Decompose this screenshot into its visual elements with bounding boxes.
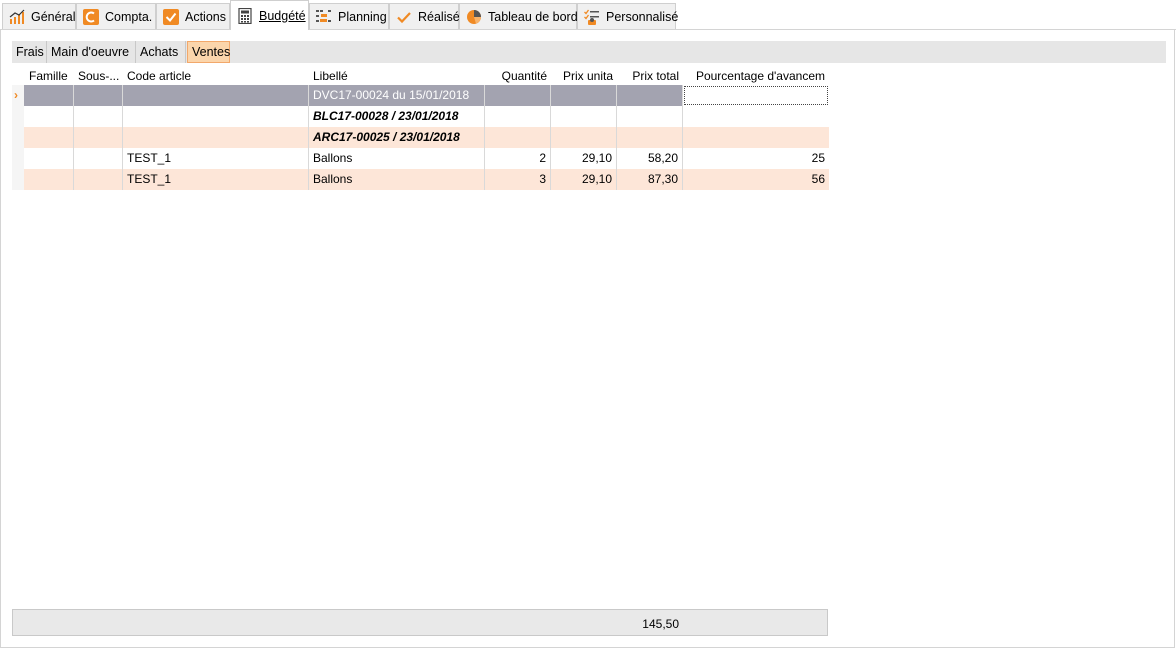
cell-quantite[interactable]: 2: [485, 148, 551, 169]
cell-prix-unitaire[interactable]: [551, 106, 617, 127]
cell-famille[interactable]: [25, 148, 74, 169]
tab-label: Tableau de bord: [488, 9, 578, 24]
main-tabstrip: Général Compta. Actions Budgété Planning…: [0, 0, 1176, 30]
cell-famille[interactable]: [25, 85, 74, 106]
row-indicator: [12, 169, 24, 190]
header-code-article[interactable]: Code article: [123, 68, 309, 85]
table-row[interactable]: TEST_1 Ballons 2 29,10 58,20 25: [12, 148, 829, 169]
tab-actions[interactable]: Actions: [156, 3, 230, 29]
footer-total-prix: 145,50: [642, 617, 679, 631]
cell-libelle[interactable]: Ballons: [309, 148, 485, 169]
tab-label: Compta.: [105, 9, 153, 24]
tab-label: Personnalisé: [606, 9, 679, 24]
tab-label: Général: [31, 9, 76, 24]
header-quantite[interactable]: Quantité: [485, 68, 551, 85]
cell-pourcentage[interactable]: [683, 127, 829, 148]
cell-pourcentage[interactable]: 25: [683, 148, 829, 169]
tab-label: Réalisé: [418, 9, 460, 24]
table-row[interactable]: TEST_1 Ballons 3 29,10 87,30 56: [12, 169, 829, 190]
chart-line-icon: [9, 9, 25, 25]
cell-quantite[interactable]: 3: [485, 169, 551, 190]
cell-sous-famille[interactable]: [74, 169, 123, 190]
cell-libelle[interactable]: Ballons: [309, 169, 485, 190]
header-pourcentage[interactable]: Pourcentage d'avancem: [683, 68, 829, 85]
cell-prix-unitaire[interactable]: [551, 127, 617, 148]
cell-sous-famille[interactable]: [74, 148, 123, 169]
compta-icon: [83, 8, 99, 25]
subtab-achats[interactable]: Achats: [136, 41, 186, 63]
checkmark-icon: [396, 9, 412, 25]
header-libelle[interactable]: Libellé: [309, 68, 485, 85]
tab-tableau-de-bord[interactable]: Tableau de bord: [459, 3, 578, 29]
table-row[interactable]: BLC17-00028 / 23/01/2018: [12, 106, 829, 127]
calculator-icon: [237, 7, 253, 24]
planning-icon: [316, 9, 332, 25]
cell-famille[interactable]: [25, 169, 74, 190]
tab-realise[interactable]: Réalisé: [389, 3, 460, 29]
cell-quantite[interactable]: [485, 127, 551, 148]
table-row[interactable]: › DVC17-00024 du 15/01/2018: [12, 85, 829, 106]
row-indicator: [12, 148, 24, 169]
tab-planning[interactable]: Planning: [309, 3, 389, 29]
cell-prix-total[interactable]: [617, 106, 683, 127]
cell-prix-unitaire[interactable]: 29,10: [551, 148, 617, 169]
row-indicator: ›: [12, 85, 24, 106]
pie-chart-icon: [466, 9, 482, 25]
tab-label: Budgété: [259, 8, 306, 23]
tab-compta[interactable]: Compta.: [76, 3, 156, 29]
cell-libelle[interactable]: ARC17-00025 / 23/01/2018: [309, 127, 485, 148]
cell-sous-famille[interactable]: [74, 106, 123, 127]
cell-sous-famille[interactable]: [74, 85, 123, 106]
cell-libelle[interactable]: DVC17-00024 du 15/01/2018: [309, 85, 485, 106]
cell-prix-total[interactable]: [617, 127, 683, 148]
cell-code-article[interactable]: [123, 85, 309, 106]
header-famille[interactable]: Famille: [25, 68, 74, 85]
subtab-ventes[interactable]: Ventes: [187, 41, 230, 63]
tab-label: Planning: [338, 9, 387, 24]
subtab-bar: Frais Main d'oeuvre Achats Ventes: [12, 41, 1166, 63]
cell-famille[interactable]: [25, 106, 74, 127]
cell-quantite[interactable]: [485, 85, 551, 106]
cell-famille[interactable]: [25, 127, 74, 148]
cell-sous-famille[interactable]: [74, 127, 123, 148]
custom-icon: [584, 9, 600, 25]
header-prix-total[interactable]: Prix total: [617, 68, 683, 85]
cell-prix-unitaire[interactable]: 29,10: [551, 169, 617, 190]
grid-header: Famille Sous-... Code article Libellé Qu…: [12, 68, 829, 85]
cell-prix-total[interactable]: [617, 85, 683, 106]
row-indicator: [12, 106, 24, 127]
cell-libelle[interactable]: BLC17-00028 / 23/01/2018: [309, 106, 485, 127]
cell-pourcentage[interactable]: [683, 85, 829, 106]
cell-pourcentage[interactable]: 56: [683, 169, 829, 190]
table-row[interactable]: ARC17-00025 / 23/01/2018: [12, 127, 829, 148]
checkbox-icon: [163, 8, 179, 25]
cell-prix-total[interactable]: 87,30: [617, 169, 683, 190]
cell-code-article[interactable]: [123, 106, 309, 127]
tab-budgete[interactable]: Budgété: [230, 0, 309, 30]
subtab-frais[interactable]: Frais: [12, 41, 47, 63]
tab-label: Actions: [185, 9, 226, 24]
row-pointer-icon: ›: [14, 88, 18, 102]
cell-prix-unitaire[interactable]: [551, 85, 617, 106]
cell-code-article[interactable]: TEST_1: [123, 169, 309, 190]
tab-personnalise[interactable]: Personnalisé: [577, 3, 679, 29]
cell-code-article[interactable]: TEST_1: [123, 148, 309, 169]
header-indicator: [12, 68, 25, 85]
grid-footer-totals: 145,50: [12, 609, 828, 636]
row-indicator: [12, 127, 24, 148]
ventes-grid: Famille Sous-... Code article Libellé Qu…: [12, 68, 829, 190]
subtab-main-doeuvre[interactable]: Main d'oeuvre: [47, 41, 136, 63]
cell-quantite[interactable]: [485, 106, 551, 127]
cell-prix-total[interactable]: 58,20: [617, 148, 683, 169]
cell-pourcentage[interactable]: [683, 106, 829, 127]
header-prix-unitaire[interactable]: Prix unita: [551, 68, 617, 85]
tab-general[interactable]: Général: [2, 3, 76, 29]
header-sous[interactable]: Sous-...: [74, 68, 123, 85]
cell-code-article[interactable]: [123, 127, 309, 148]
